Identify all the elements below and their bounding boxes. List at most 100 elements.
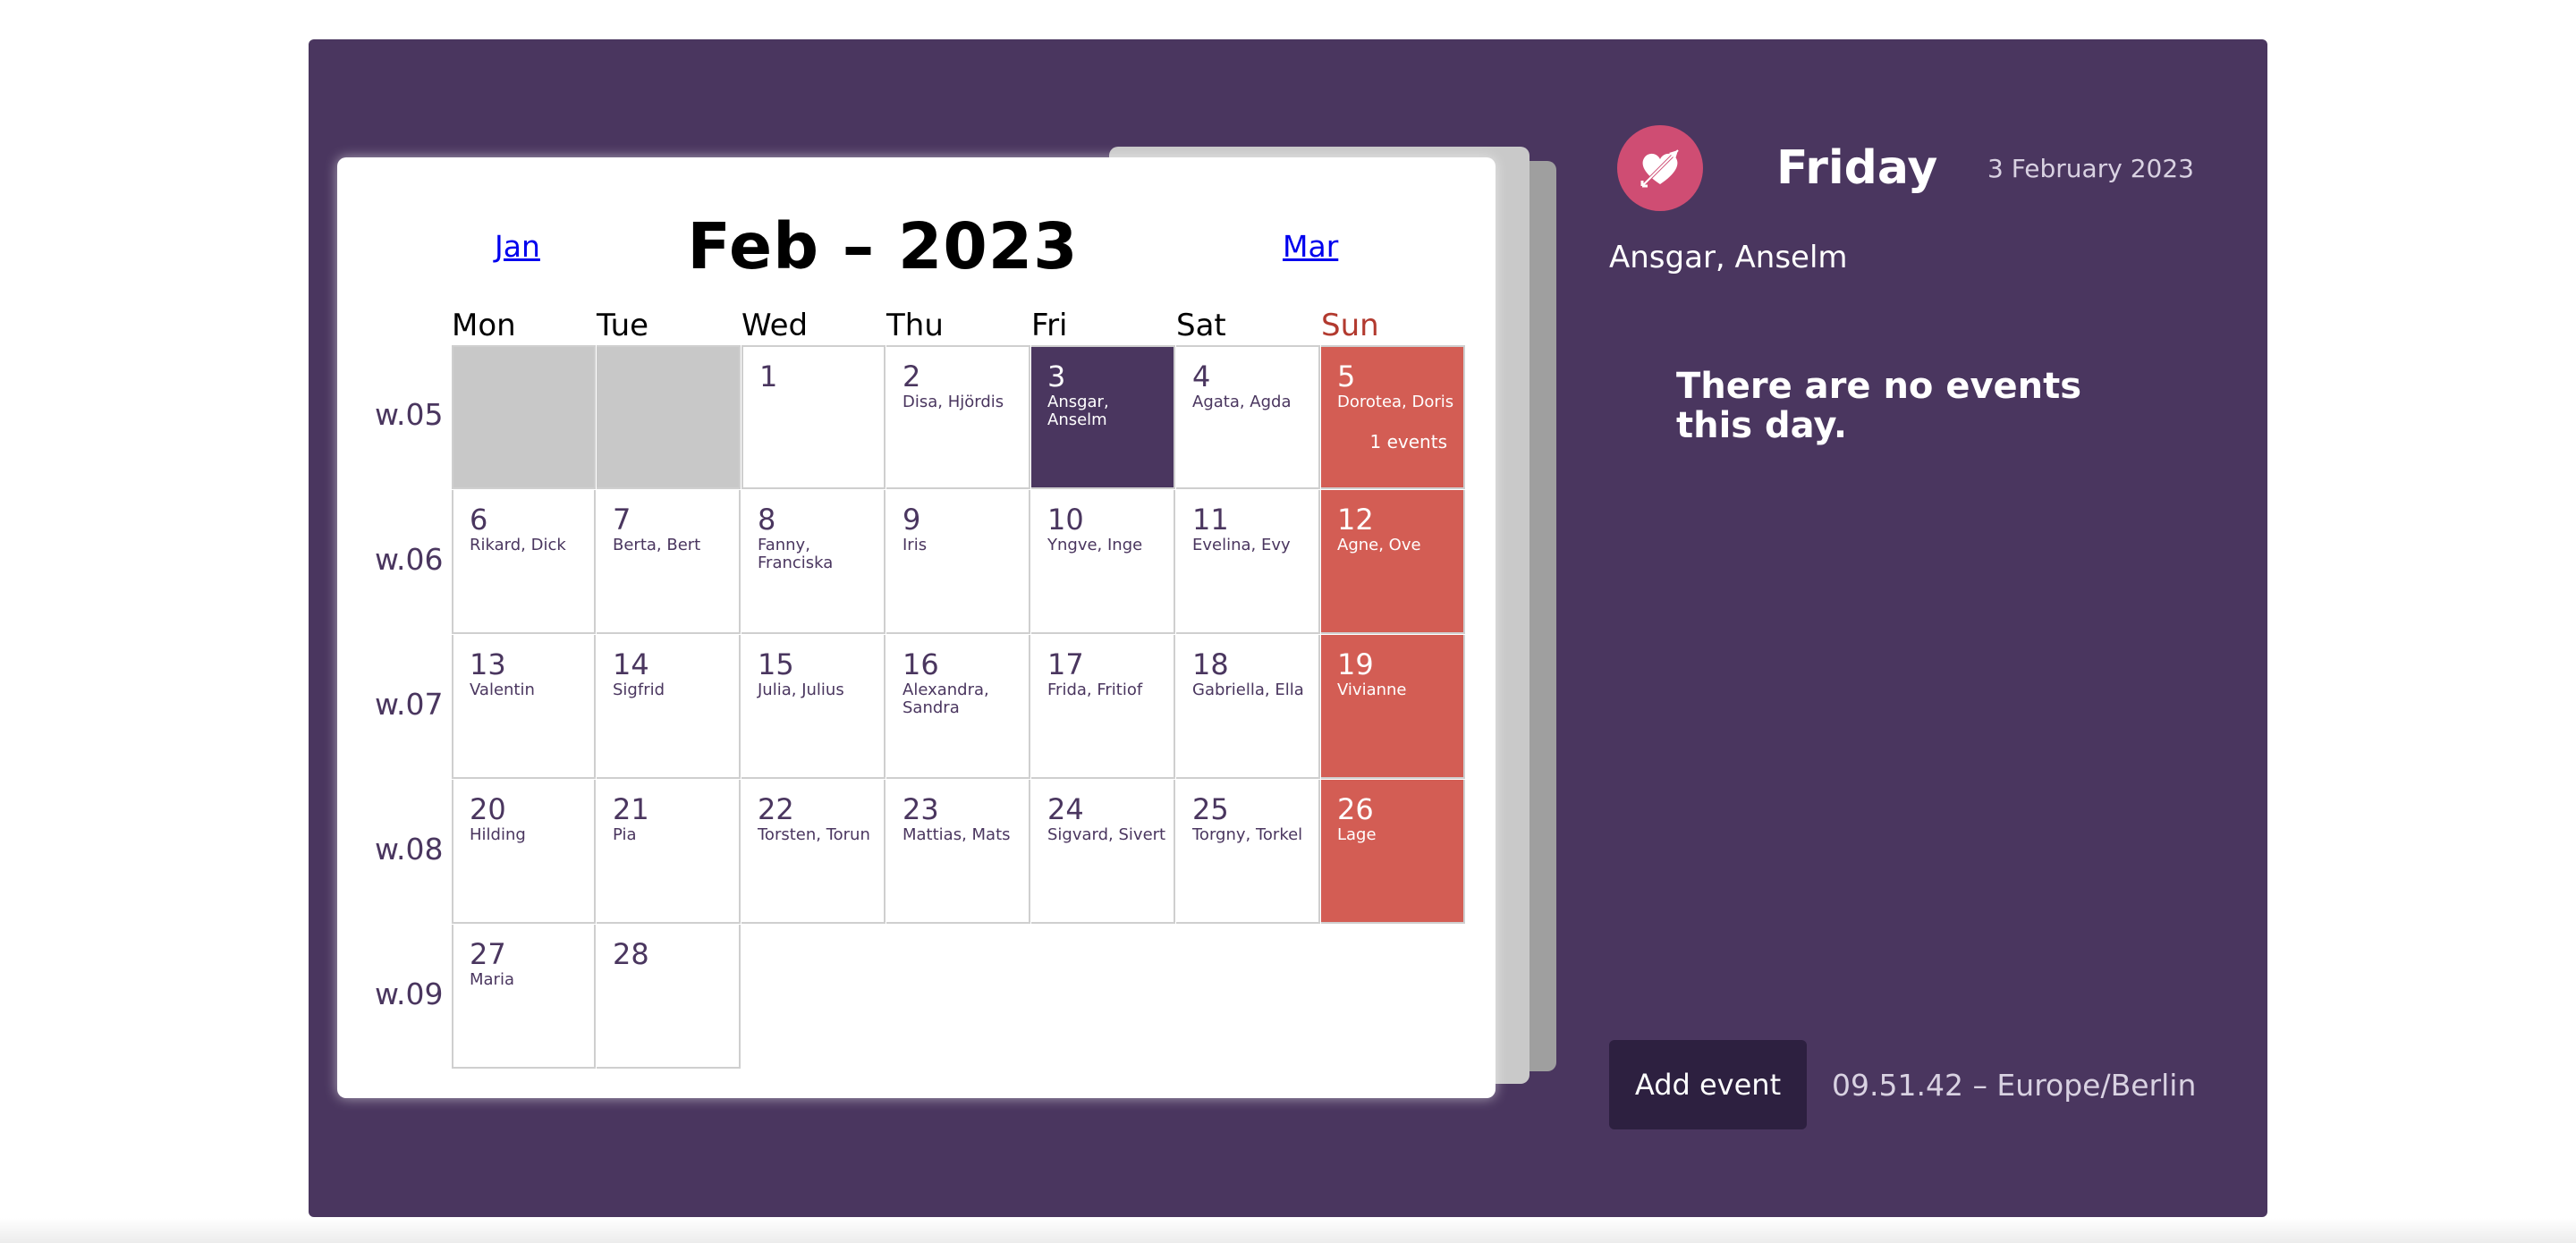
day-cell[interactable]: 8 Fanny, Franciska bbox=[741, 490, 886, 634]
day-cell[interactable]: 3 Ansgar, Anselm bbox=[1031, 345, 1175, 489]
day-name-days: Valentin bbox=[470, 681, 535, 699]
next-month-link[interactable]: Mar bbox=[1283, 229, 1338, 264]
week-number-label: w.05 bbox=[375, 397, 444, 432]
day-cell[interactable]: 23 Mattias, Mats bbox=[886, 780, 1030, 924]
day-name-days: Iris bbox=[902, 536, 928, 554]
weekday-header-sun: Sun bbox=[1321, 308, 1379, 343]
day-name-days: Torsten, Torun bbox=[758, 825, 870, 844]
weekday-header-thu: Thu bbox=[886, 308, 944, 343]
day-name-days: Disa, Hjördis bbox=[902, 393, 1004, 411]
day-name-days: Julia, Julius bbox=[758, 681, 844, 699]
day-number: 4 bbox=[1192, 359, 1211, 393]
day-cell[interactable]: 19 Vivianne bbox=[1321, 635, 1465, 779]
day-name-days: Dorotea, Doris bbox=[1337, 393, 1454, 411]
no-events-message: There are no events this day. bbox=[1676, 366, 2082, 446]
weekday-header-sat: Sat bbox=[1176, 308, 1226, 343]
day-cell[interactable]: 12 Agne, Ove bbox=[1321, 490, 1465, 634]
day-number: 6 bbox=[470, 503, 488, 537]
calendar-card: Jan Feb – 2023 Mar Mon Tue Wed Thu Fri S… bbox=[337, 157, 1496, 1098]
day-name-days: Agata, Agda bbox=[1192, 393, 1292, 411]
day-number: 22 bbox=[758, 792, 794, 826]
day-name-days: Pia bbox=[613, 825, 637, 844]
day-name-days: Hilding bbox=[470, 825, 526, 844]
day-number: 5 bbox=[1337, 359, 1356, 393]
day-number: 16 bbox=[902, 647, 939, 681]
day-name-days: Rikard, Dick bbox=[470, 536, 566, 554]
day-cell[interactable]: 28 bbox=[597, 925, 741, 1069]
day-name-days: Sigfrid bbox=[613, 681, 665, 699]
day-number: 19 bbox=[1337, 647, 1374, 681]
day-cell[interactable]: 1 bbox=[741, 345, 886, 489]
day-cell[interactable]: 24 Sigvard, Sivert bbox=[1031, 780, 1175, 924]
day-number: 28 bbox=[613, 937, 649, 971]
selected-weekday: Friday bbox=[1776, 141, 1938, 195]
day-name-days: Yngve, Inge bbox=[1047, 536, 1143, 554]
day-name-days: Vivianne bbox=[1337, 681, 1407, 699]
day-cell[interactable]: 2 Disa, Hjördis bbox=[886, 345, 1030, 489]
day-number: 11 bbox=[1192, 503, 1229, 537]
day-cell[interactable]: 14 Sigfrid bbox=[597, 635, 741, 779]
day-cell[interactable]: 25 Torgny, Torkel bbox=[1176, 780, 1320, 924]
weekday-header-mon: Mon bbox=[452, 308, 516, 343]
day-cell[interactable]: 5 Dorotea, Doris 1 events bbox=[1321, 345, 1465, 489]
day-number: 18 bbox=[1192, 647, 1229, 681]
day-name-days: Frida, Fritiof bbox=[1047, 681, 1143, 699]
prev-month-link[interactable]: Jan bbox=[495, 229, 540, 264]
day-cell[interactable]: 6 Rikard, Dick bbox=[452, 490, 596, 634]
day-number: 12 bbox=[1337, 503, 1374, 537]
day-name-days: Maria bbox=[470, 970, 514, 989]
day-number: 3 bbox=[1047, 359, 1066, 393]
day-number: 13 bbox=[470, 647, 506, 681]
weekday-header-wed: Wed bbox=[741, 308, 809, 343]
month-title: Feb – 2023 bbox=[687, 209, 1079, 283]
day-number: 14 bbox=[613, 647, 649, 681]
empty-day-cell bbox=[452, 345, 596, 489]
day-cell[interactable]: 11 Evelina, Evy bbox=[1176, 490, 1320, 634]
day-name-days: Mattias, Mats bbox=[902, 825, 1011, 844]
day-number: 2 bbox=[902, 359, 921, 393]
day-number: 10 bbox=[1047, 503, 1084, 537]
day-cell[interactable]: 16 Alexandra, Sandra bbox=[886, 635, 1030, 779]
week-number-label: w.07 bbox=[375, 687, 444, 722]
day-cell[interactable]: 20 Hilding bbox=[452, 780, 596, 924]
day-number: 8 bbox=[758, 503, 776, 537]
day-event-count: 1 events bbox=[1369, 431, 1447, 452]
day-number: 7 bbox=[613, 503, 631, 537]
selected-date: 3 February 2023 bbox=[1987, 154, 2194, 183]
day-name-days: Fanny, Franciska bbox=[758, 536, 834, 572]
day-name-days: Alexandra, Sandra bbox=[902, 681, 989, 717]
weekday-header-fri: Fri bbox=[1031, 308, 1068, 343]
day-number: 17 bbox=[1047, 647, 1084, 681]
clock-timezone: 09.51.42 – Europe/Berlin bbox=[1832, 1068, 2197, 1103]
day-cell[interactable]: 15 Julia, Julius bbox=[741, 635, 886, 779]
day-number: 20 bbox=[470, 792, 506, 826]
heart-arrow-icon bbox=[1617, 125, 1703, 211]
day-cell[interactable]: 22 Torsten, Torun bbox=[741, 780, 886, 924]
week-number-label: w.09 bbox=[375, 977, 444, 1011]
day-cell[interactable]: 18 Gabriella, Ella bbox=[1176, 635, 1320, 779]
day-cell[interactable]: 27 Maria bbox=[452, 925, 596, 1069]
day-name-days: Lage bbox=[1337, 825, 1377, 844]
day-number: 26 bbox=[1337, 792, 1374, 826]
day-cell[interactable]: 26 Lage bbox=[1321, 780, 1465, 924]
selected-name-days: Ansgar, Anselm bbox=[1609, 240, 1848, 275]
day-name-days: Evelina, Evy bbox=[1192, 536, 1291, 554]
day-number: 1 bbox=[759, 359, 778, 393]
page-bottom-shade bbox=[0, 1218, 2576, 1243]
day-cell[interactable]: 13 Valentin bbox=[452, 635, 596, 779]
day-number: 21 bbox=[613, 792, 649, 826]
day-number: 27 bbox=[470, 937, 506, 971]
day-cell[interactable]: 7 Berta, Bert bbox=[597, 490, 741, 634]
empty-day-cell bbox=[597, 345, 741, 489]
day-cell[interactable]: 21 Pia bbox=[597, 780, 741, 924]
day-cell[interactable]: 4 Agata, Agda bbox=[1176, 345, 1320, 489]
day-cell[interactable]: 9 Iris bbox=[886, 490, 1030, 634]
day-number: 23 bbox=[902, 792, 939, 826]
day-name-days: Gabriella, Ella bbox=[1192, 681, 1304, 699]
day-cell[interactable]: 10 Yngve, Inge bbox=[1031, 490, 1175, 634]
day-name-days: Ansgar, Anselm bbox=[1047, 393, 1109, 429]
day-cell[interactable]: 17 Frida, Fritiof bbox=[1031, 635, 1175, 779]
day-number: 25 bbox=[1192, 792, 1229, 826]
add-event-button[interactable]: Add event bbox=[1609, 1040, 1807, 1129]
day-number: 15 bbox=[758, 647, 794, 681]
